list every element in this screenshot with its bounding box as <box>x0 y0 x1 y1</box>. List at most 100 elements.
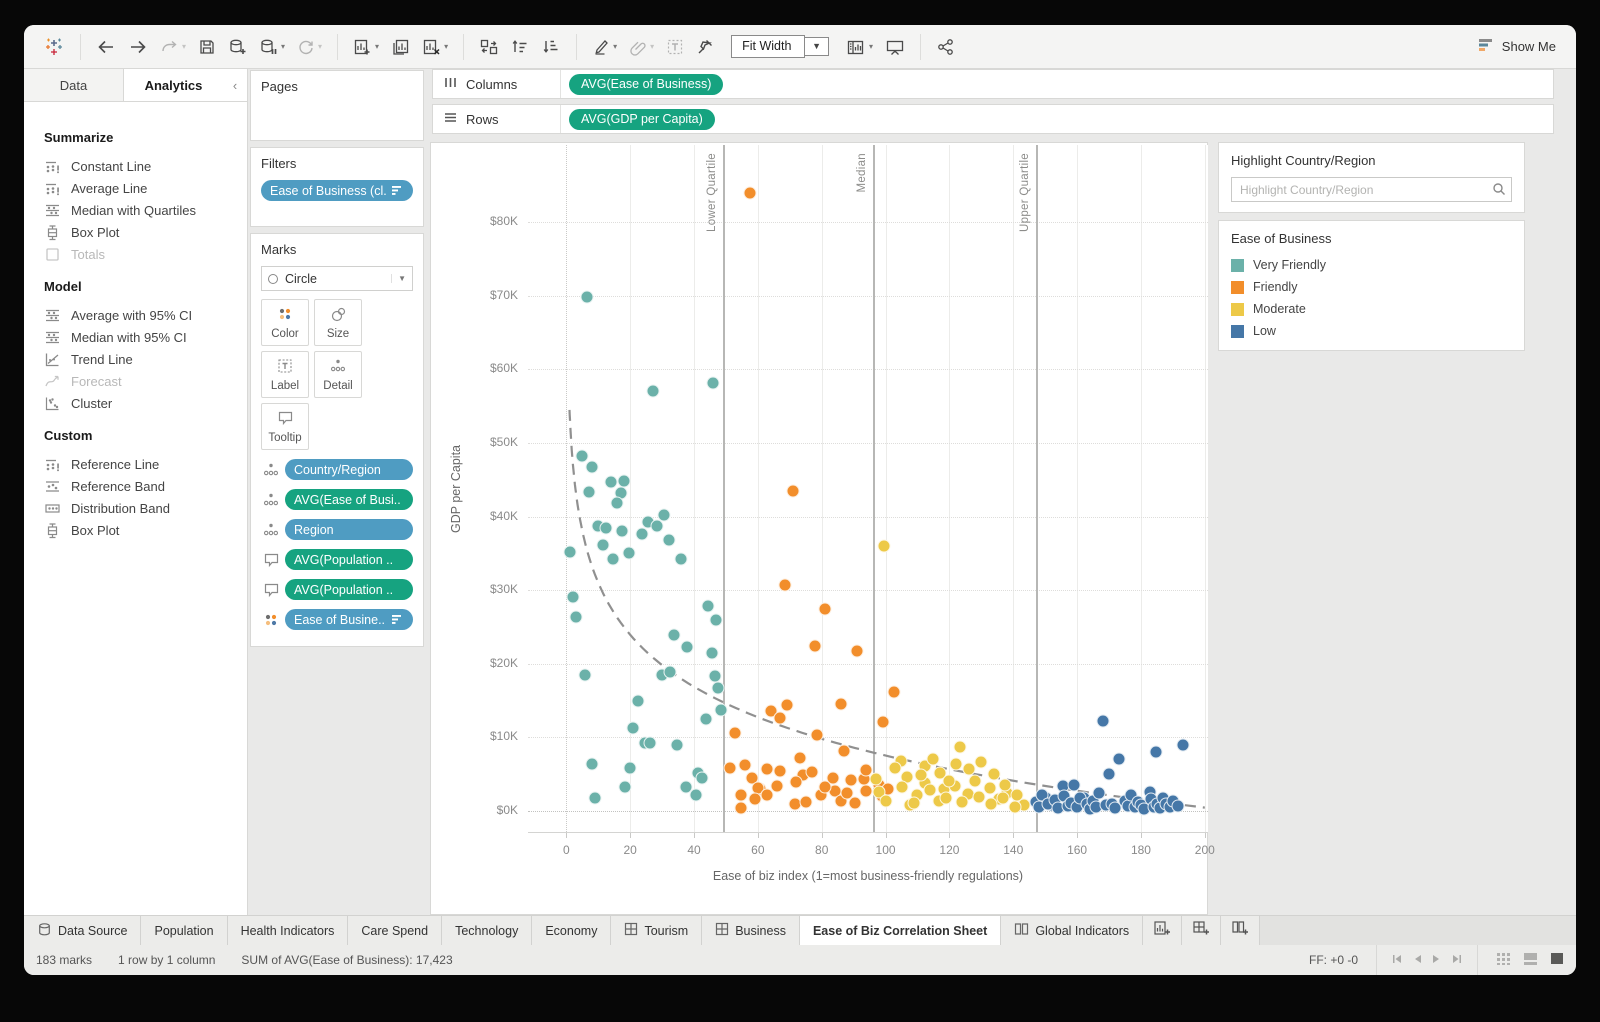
scatter-point[interactable] <box>617 474 631 488</box>
scatter-point[interactable] <box>566 590 580 604</box>
scatter-point[interactable] <box>942 774 956 788</box>
sidebar-item-average-line[interactable]: Average Line <box>44 177 247 199</box>
scatter-point[interactable] <box>848 796 862 810</box>
scatter-point[interactable] <box>837 744 851 758</box>
legend-item-low[interactable]: Low <box>1231 324 1512 338</box>
scatter-point[interactable] <box>810 728 824 742</box>
back-button[interactable] <box>91 34 121 60</box>
scatter-point[interactable] <box>998 778 1012 792</box>
scatter-point[interactable] <box>859 784 873 798</box>
scatter-point[interactable] <box>610 496 624 510</box>
scatter-point[interactable] <box>563 545 576 559</box>
new-story-button[interactable] <box>1221 916 1261 945</box>
sort-descending-button[interactable] <box>537 34 566 60</box>
field-pill[interactable]: AVG(Population .. <box>285 579 413 600</box>
share-button[interactable] <box>931 34 960 60</box>
scatter-point[interactable] <box>1102 767 1116 781</box>
scatter-point[interactable] <box>604 475 618 489</box>
sidebar-item-box-plot[interactable]: Box Plot <box>44 519 247 541</box>
field-pill[interactable]: AVG(Population .. <box>285 549 413 570</box>
scatter-point[interactable] <box>631 694 645 708</box>
fit-mode-select[interactable]: Fit Width ▼ <box>731 35 830 58</box>
scatter-point[interactable] <box>877 539 891 553</box>
scatter-point[interactable] <box>650 519 664 533</box>
new-dashboard-button[interactable] <box>1182 916 1222 945</box>
sidebar-item-box-plot[interactable]: Box Plot <box>44 221 247 243</box>
scatter-point[interactable] <box>734 788 748 802</box>
fit-mode-value[interactable]: Fit Width <box>731 35 806 58</box>
refresh-button[interactable]: ▾ <box>292 34 327 60</box>
forward-button[interactable] <box>123 34 153 60</box>
sidebar-item-median-with-quartiles[interactable]: Median with Quartiles <box>44 199 247 221</box>
save-button[interactable] <box>193 34 221 60</box>
scatter-point[interactable] <box>622 546 636 560</box>
scatter-point[interactable] <box>743 186 757 200</box>
redo-button[interactable]: ▾ <box>155 35 191 59</box>
scatter-point[interactable] <box>734 801 748 815</box>
scatter-point[interactable] <box>606 552 620 566</box>
sidebar-item-average-with-95-ci[interactable]: Average with 95% CI <box>44 304 247 326</box>
color-button[interactable]: Color <box>261 299 309 346</box>
sidebar-item-median-with-95-ci[interactable]: Median with 95% CI <box>44 326 247 348</box>
grid-view-icon[interactable] <box>1496 952 1511 968</box>
new-data-source-button[interactable] <box>223 34 252 60</box>
scatter-point[interactable] <box>689 788 703 802</box>
scatter-point[interactable] <box>793 751 807 765</box>
scatter-point[interactable] <box>1171 799 1185 813</box>
scatter-point[interactable] <box>773 764 787 778</box>
scatter-point[interactable] <box>760 788 774 802</box>
highlight-button[interactable]: ▾ <box>587 34 622 60</box>
show-mark-labels-button[interactable] <box>661 34 689 60</box>
scatter-point[interactable] <box>748 792 762 806</box>
sheet-tab-data-source[interactable]: Data Source <box>24 916 142 945</box>
sheet-tab-tourism[interactable]: Tourism <box>611 916 703 945</box>
sort-ascending-button[interactable] <box>506 34 535 60</box>
film-view-icon[interactable] <box>1523 952 1538 968</box>
scatter-point[interactable] <box>569 610 583 624</box>
legend-item-moderate[interactable]: Moderate <box>1231 302 1512 316</box>
tab-data[interactable]: Data <box>24 69 124 101</box>
field-pill[interactable]: Ease of Business (cl.. <box>261 180 413 201</box>
scatter-point[interactable] <box>786 484 800 498</box>
swap-axes-button[interactable] <box>474 34 504 60</box>
pause-updates-button[interactable]: ▾ <box>254 34 290 60</box>
scatter-point[interactable] <box>923 783 937 797</box>
scatter-point[interactable] <box>844 773 858 787</box>
group-members-button[interactable]: ▾ <box>624 34 659 60</box>
field-pill[interactable]: AVG(Ease of Busi.. <box>285 489 413 510</box>
scatter-point[interactable] <box>887 685 901 699</box>
next-page-icon[interactable] <box>1432 953 1441 967</box>
scatter-point[interactable] <box>869 772 883 786</box>
scatter-point[interactable] <box>580 290 594 304</box>
scatter-point[interactable] <box>599 521 613 535</box>
sheet-tab-ease-of-biz-correlation-sheet[interactable]: Ease of Biz Correlation Sheet <box>799 916 1002 945</box>
scatter-point[interactable] <box>657 508 671 522</box>
field-pill[interactable]: Country/Region <box>285 459 413 480</box>
scatter-point[interactable] <box>738 758 752 772</box>
scatter-point[interactable] <box>962 762 976 776</box>
scatter-point[interactable] <box>626 721 640 735</box>
scatter-point[interactable] <box>728 726 742 740</box>
scatter-point[interactable] <box>706 376 720 390</box>
scatter-point[interactable] <box>662 533 676 547</box>
label-button[interactable]: Label <box>261 351 309 398</box>
tooltip-button[interactable]: Tooltip <box>261 403 309 450</box>
scatter-point[interactable] <box>705 646 719 660</box>
show-me-button[interactable]: Show Me <box>1477 37 1562 56</box>
scatter-point[interactable] <box>850 644 863 658</box>
scatter-point[interactable] <box>953 740 967 754</box>
scatter-point[interactable] <box>773 711 787 725</box>
chart-pane[interactable]: Lower Quartile Median Upper Quartile <box>528 145 1208 833</box>
sidebar-item-reference-band[interactable]: Reference Band <box>44 475 247 497</box>
show-hide-cards-button[interactable]: ▾ <box>841 34 878 60</box>
full-view-icon[interactable] <box>1550 952 1564 968</box>
scatter-point[interactable] <box>667 628 681 642</box>
clear-sheet-button[interactable]: ▾ <box>417 34 453 60</box>
scatter-point[interactable] <box>926 752 940 766</box>
scatter-point[interactable] <box>635 527 649 541</box>
scatter-point[interactable] <box>670 738 684 752</box>
scatter-point[interactable] <box>808 639 822 653</box>
sheet-tab-economy[interactable]: Economy <box>532 916 612 945</box>
scatter-point[interactable] <box>699 712 713 726</box>
last-page-icon[interactable] <box>1451 953 1463 967</box>
